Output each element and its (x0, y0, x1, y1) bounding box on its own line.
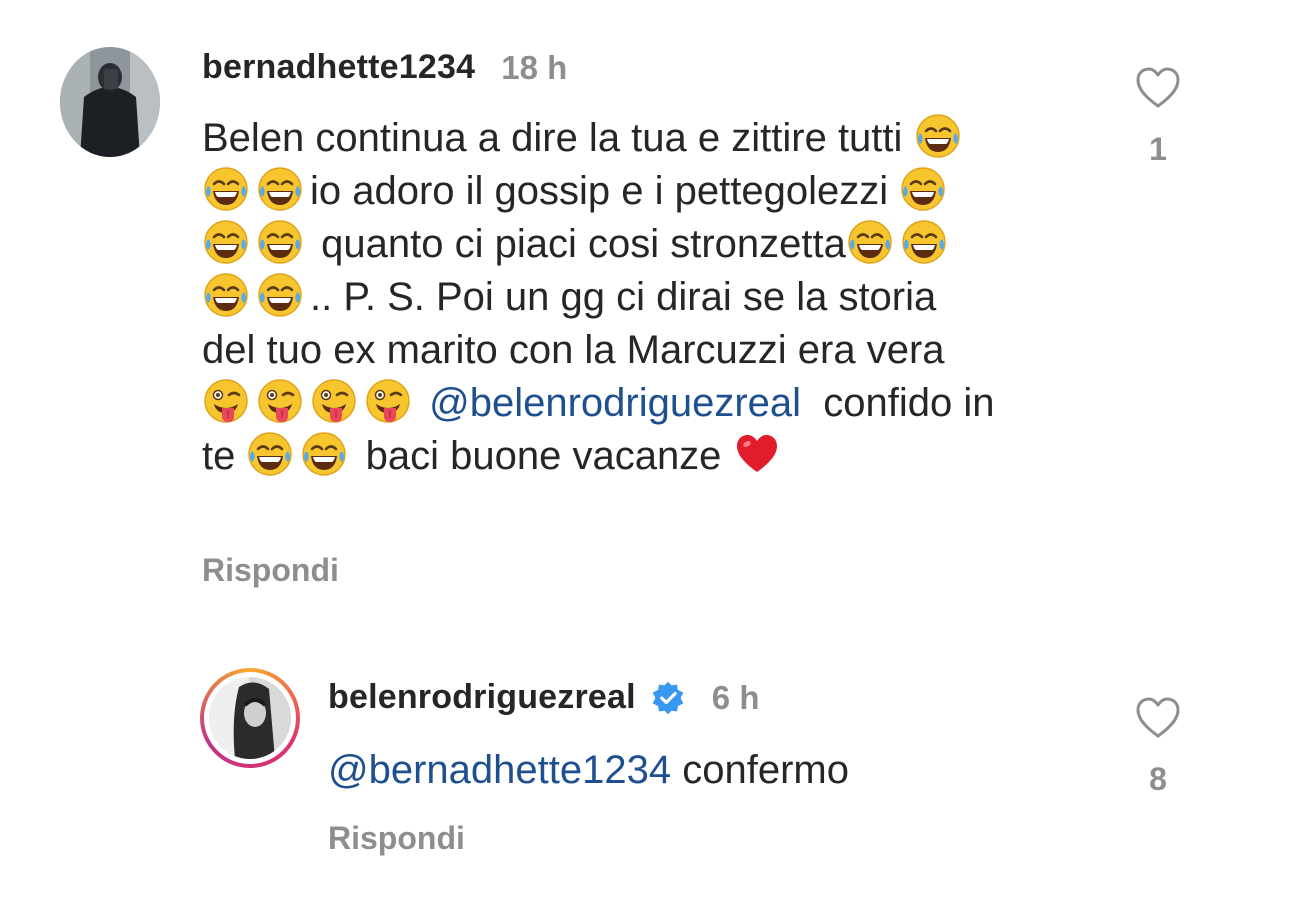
comment-text: Belen continua a dire la tua e zittire t… (202, 112, 1102, 483)
username[interactable]: bernadhette1234 (202, 48, 475, 87)
mention-link[interactable]: @bernadhette1234 (328, 748, 671, 792)
avatar-photo (60, 47, 160, 157)
face-with-tears-of-joy-icon (256, 271, 304, 319)
avatar (209, 677, 291, 759)
avatar-photo (209, 677, 291, 759)
comment-header: bernadhette1234 18 h (202, 48, 567, 87)
timestamp: 6 h (711, 678, 760, 716)
comment-line: io adoro il gossip e i pettegolezzi (202, 165, 1102, 218)
reply-comment: belenrodriguezreal 6 h @bernadhette1234 … (0, 660, 1290, 916)
comment: bernadhette1234 18 h Belen continua a di… (0, 0, 1290, 600)
face-with-tears-of-joy-icon (202, 165, 250, 213)
face-with-tears-of-joy-icon (256, 218, 304, 266)
face-with-tears-of-joy-icon (202, 218, 250, 266)
avatar[interactable] (60, 47, 160, 157)
comment-text: @bernadhette1234 confermo (328, 748, 849, 792)
winking-face-with-tongue-icon (364, 377, 412, 425)
face-with-tears-of-joy-icon (899, 165, 947, 213)
face-with-tears-of-joy-icon (846, 218, 894, 266)
like-count: 1 (1149, 131, 1167, 167)
verified-badge-icon (652, 681, 684, 714)
like-count: 8 (1149, 761, 1167, 797)
face-with-tears-of-joy-icon (914, 112, 962, 160)
face-with-tears-of-joy-icon (246, 430, 294, 478)
comment-line: te baci buone vacanze (202, 430, 1102, 483)
comment-line: Belen continua a dire la tua e zittire t… (202, 112, 1102, 165)
winking-face-with-tongue-icon (310, 377, 358, 425)
heart-outline-icon[interactable] (1134, 694, 1182, 742)
comment-header: belenrodriguezreal 6 h (328, 678, 759, 717)
avatar-story-ring[interactable] (200, 668, 300, 768)
comment-line: .. P. S. Poi un gg ci dirai se la storia (202, 271, 1102, 324)
reply-button[interactable]: Rispondi (328, 820, 465, 857)
comment-line: del tuo ex marito con la Marcuzzi era ve… (202, 328, 945, 372)
comment-line: quanto ci piaci cosi stronzetta (202, 218, 1102, 271)
face-with-tears-of-joy-icon (900, 218, 948, 266)
username[interactable]: belenrodriguezreal (328, 678, 636, 717)
mention-link[interactable]: @belenrodriguezreal (429, 381, 801, 425)
like-control: 8 (1128, 694, 1188, 798)
face-with-tears-of-joy-icon (256, 165, 304, 213)
red-heart-icon (733, 430, 781, 478)
comment-line: @belenrodriguezreal confido in (202, 377, 1102, 430)
face-with-tears-of-joy-icon (300, 430, 348, 478)
heart-outline-icon[interactable] (1134, 64, 1182, 112)
winking-face-with-tongue-icon (256, 377, 304, 425)
like-control: 1 (1128, 64, 1188, 168)
timestamp: 18 h (501, 48, 568, 86)
reply-button[interactable]: Rispondi (202, 552, 339, 589)
winking-face-with-tongue-icon (202, 377, 250, 425)
face-with-tears-of-joy-icon (202, 271, 250, 319)
